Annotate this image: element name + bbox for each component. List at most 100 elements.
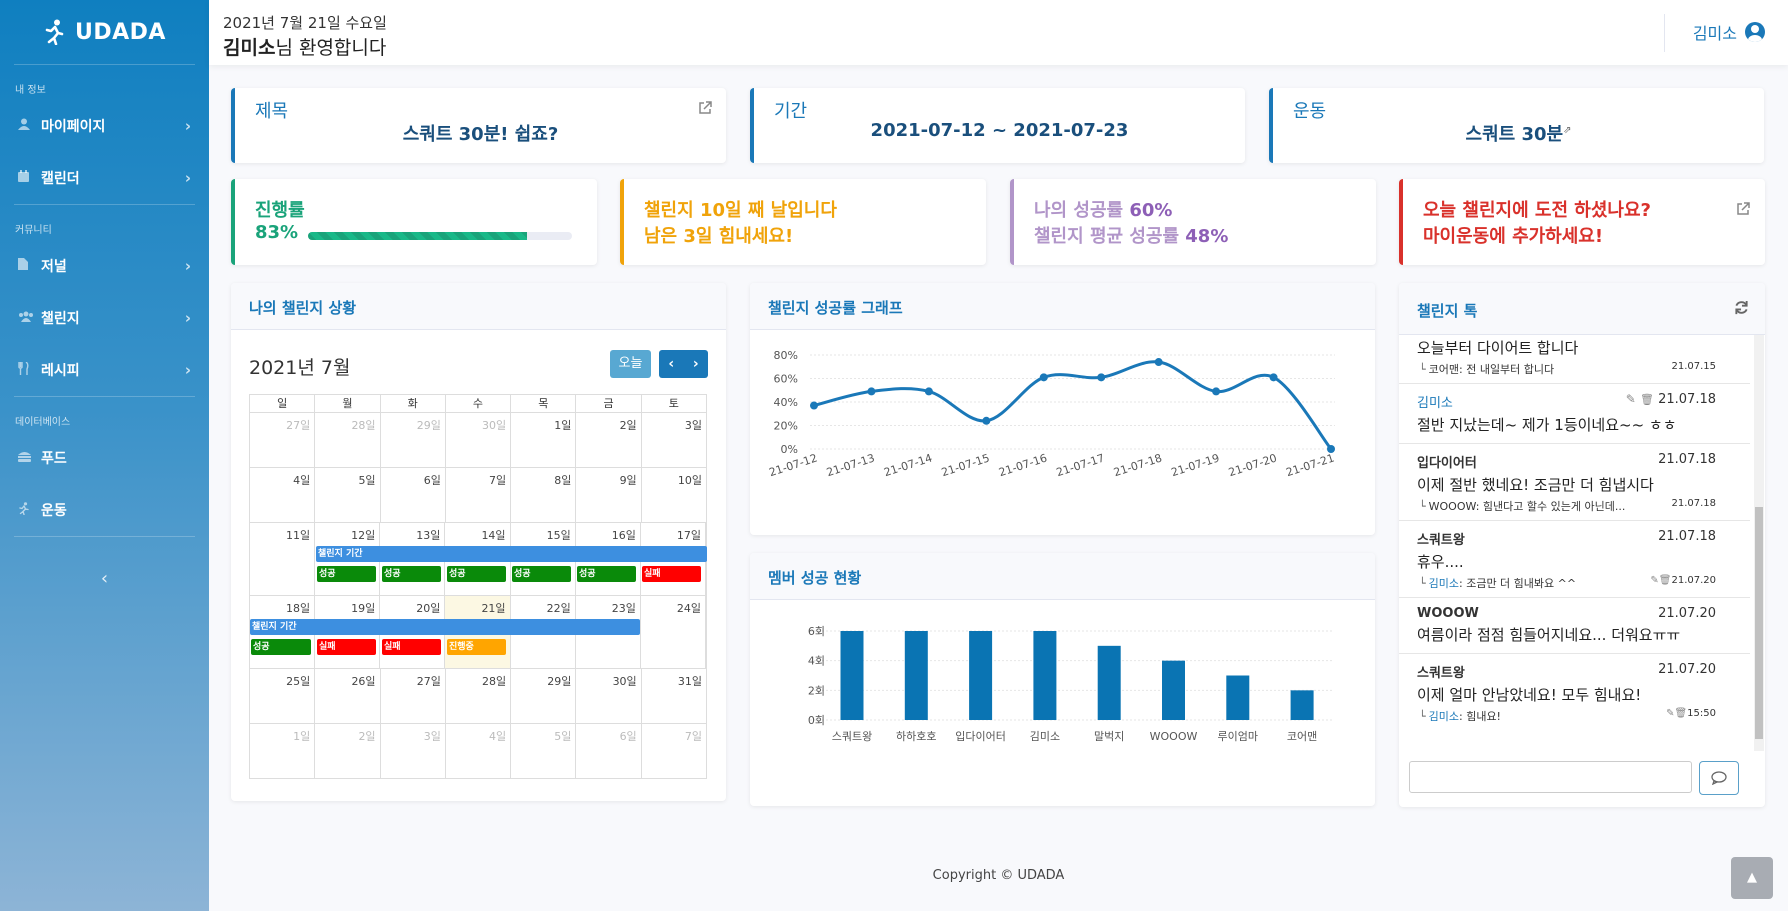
trash-icon[interactable]: 🗑	[1674, 708, 1687, 719]
chevron-right-icon: ›	[184, 117, 191, 135]
calendar-day[interactable]: 4일	[250, 468, 316, 522]
sidebar-toggle-button[interactable]: ‹	[85, 559, 125, 599]
footer-copyright: Copyright © UDADA	[932, 868, 1065, 883]
my-rate-value: 60%	[1129, 200, 1173, 221]
calendar-day[interactable]: 2일	[315, 724, 381, 778]
status-tag-success[interactable]: 성공	[382, 566, 441, 582]
chat-reply-time: ✎🗑15:50	[1666, 708, 1716, 719]
calendar-week: 11일 12일 13일 14일 15일 16일 17일 챌린지 기간 성공 성공…	[250, 523, 707, 596]
chat-scrollbar-thumb[interactable]	[1755, 507, 1763, 739]
external-link-icon[interactable]: ⇗	[1563, 125, 1571, 136]
chat-reply-author: 김미소	[1428, 577, 1459, 590]
x-tick-label: 입다이어터	[955, 730, 1006, 743]
calendar-day[interactable]: 25일	[250, 669, 316, 723]
sidebar-item-label: 저널	[41, 259, 67, 275]
sidebar-item-label: 푸드	[41, 451, 67, 467]
bar	[1162, 660, 1185, 720]
chat-send-button[interactable]	[1699, 761, 1739, 795]
external-link-icon[interactable]	[1736, 202, 1750, 220]
calendar-day[interactable]: 5일	[315, 468, 381, 522]
status-tag-success[interactable]: 성공	[447, 566, 506, 582]
calendar-day[interactable]: 8일	[511, 468, 577, 522]
calendar-day[interactable]: 10일	[642, 468, 706, 522]
calendar-day[interactable]: 30일	[446, 413, 512, 467]
calendar-panel-title: 나의 챌린지 상황	[231, 283, 726, 330]
calendar-day[interactable]: 27일	[381, 669, 446, 723]
status-tag-fail[interactable]: 실패	[642, 566, 701, 582]
challenge-period-bar[interactable]: 챌린지 기간	[250, 619, 640, 635]
calendar-day[interactable]: 28일	[315, 413, 381, 467]
status-tag-success[interactable]: 성공	[251, 639, 311, 655]
trash-icon[interactable]: 🗑	[1640, 393, 1654, 406]
success-rate-chart-title: 챌린지 성공률 그래프	[750, 283, 1375, 330]
chat-input[interactable]	[1409, 761, 1692, 793]
calendar-day[interactable]: 5일	[511, 724, 577, 778]
calendar-day[interactable]: 1일	[250, 724, 316, 778]
calendar-day[interactable]: 26일	[315, 669, 381, 723]
edit-icon[interactable]: ✎	[1650, 575, 1658, 586]
calendar-day[interactable]: 29일	[381, 413, 446, 467]
calendar-day[interactable]: 28일	[446, 669, 512, 723]
calendar-day[interactable]: 6일	[576, 724, 642, 778]
chat-scrollbar[interactable]	[1754, 335, 1764, 751]
weekday-label: 화	[381, 395, 446, 412]
calendar-day[interactable]: 3일	[642, 413, 706, 467]
weekday-label: 목	[511, 395, 577, 412]
status-tag-fail[interactable]: 실패	[317, 639, 376, 655]
sidebar-item-challenge[interactable]: 챌린지 ›	[0, 292, 209, 344]
sidebar-item-journal[interactable]: 저널 ›	[0, 240, 209, 292]
bar	[969, 631, 993, 720]
calendar-day[interactable]: 7일	[446, 468, 512, 522]
chat-message-time: ✎ 🗑 21.07.18	[1626, 392, 1716, 407]
sidebar-divider	[14, 536, 195, 537]
sidebar-item-calendar[interactable]: 캘린더 ›	[0, 152, 209, 204]
current-date: 2021년 7월 21일 수요일	[223, 14, 387, 32]
brand-logo[interactable]: UDADA	[0, 0, 209, 64]
sidebar-item-mypage[interactable]: 마이페이지 ›	[0, 100, 209, 152]
sidebar-item-food[interactable]: 푸드	[0, 432, 209, 484]
status-tag-success[interactable]: 성공	[577, 566, 636, 582]
calendar-day[interactable]: 4일	[446, 724, 512, 778]
prev-month-button[interactable]: ‹	[668, 356, 674, 372]
next-month-button[interactable]: ›	[693, 356, 699, 372]
data-point	[1154, 358, 1163, 367]
status-tag-success[interactable]: 성공	[512, 566, 571, 582]
external-link-icon[interactable]	[698, 101, 712, 119]
days-line1: 챌린지 10일 째 날입니다	[644, 200, 837, 221]
calendar-day[interactable]: 30일	[576, 669, 642, 723]
calendar-day[interactable]: 27일	[250, 413, 316, 467]
calendar-day[interactable]: 9일	[576, 468, 642, 522]
x-tick-label: 21-07-15	[940, 451, 992, 479]
exercise-card: 운동 스쿼트 30분⇗	[1269, 88, 1764, 163]
calendar-day[interactable]: 29일	[511, 669, 577, 723]
topbar-divider	[1664, 14, 1665, 52]
chat-reply-text: : 힘내요!	[1459, 710, 1501, 723]
status-tag-success[interactable]: 성공	[317, 566, 376, 582]
status-tag-in-progress[interactable]: 진행중	[447, 639, 506, 655]
trash-icon[interactable]: 🗑	[1659, 575, 1672, 586]
status-tag-fail[interactable]: 실패	[382, 639, 441, 655]
challenge-period-bar[interactable]: 챌린지 기간	[316, 546, 707, 562]
calendar-day[interactable]: 24일	[641, 596, 706, 668]
calendar-day[interactable]: 2일	[576, 413, 642, 467]
days-line2: 남은 3일 힘내세요!	[644, 226, 794, 247]
x-tick-label: 21-07-20	[1227, 451, 1279, 479]
calendar-day[interactable]: 6일	[381, 468, 446, 522]
edit-icon[interactable]: ✎	[1626, 392, 1636, 406]
sidebar-item-recipe[interactable]: 레시피 ›	[0, 344, 209, 396]
member-success-bar-chart: 0회 2회 4회 6회스쿼트왕 하하호호 입다이어터 김미소 말벅지 WOOOW 루이엄마 코어맨	[808, 625, 1333, 743]
user-menu[interactable]: 김미소	[1693, 20, 1765, 44]
sidebar-item-label: 레시피	[41, 363, 80, 379]
calendar-day[interactable]: 7일	[642, 724, 706, 778]
calendar-day[interactable]: 3일	[381, 724, 446, 778]
sidebar-item-exercise[interactable]: 운동	[0, 484, 209, 536]
calendar-day[interactable]: 1일	[511, 413, 577, 467]
calendar-day[interactable]: 31일	[642, 669, 706, 723]
scroll-to-top-button[interactable]: ▲	[1731, 857, 1773, 899]
today-button[interactable]: 오늘	[610, 350, 651, 378]
refresh-icon[interactable]	[1734, 300, 1749, 319]
challenge-talk-title-text: 챌린지 톡	[1417, 302, 1478, 320]
chevron-right-icon: ›	[184, 361, 191, 379]
calendar-week: 27일 28일 29일 30일 1일 2일 3일	[250, 413, 706, 468]
calendar-day[interactable]: 11일	[250, 523, 316, 595]
